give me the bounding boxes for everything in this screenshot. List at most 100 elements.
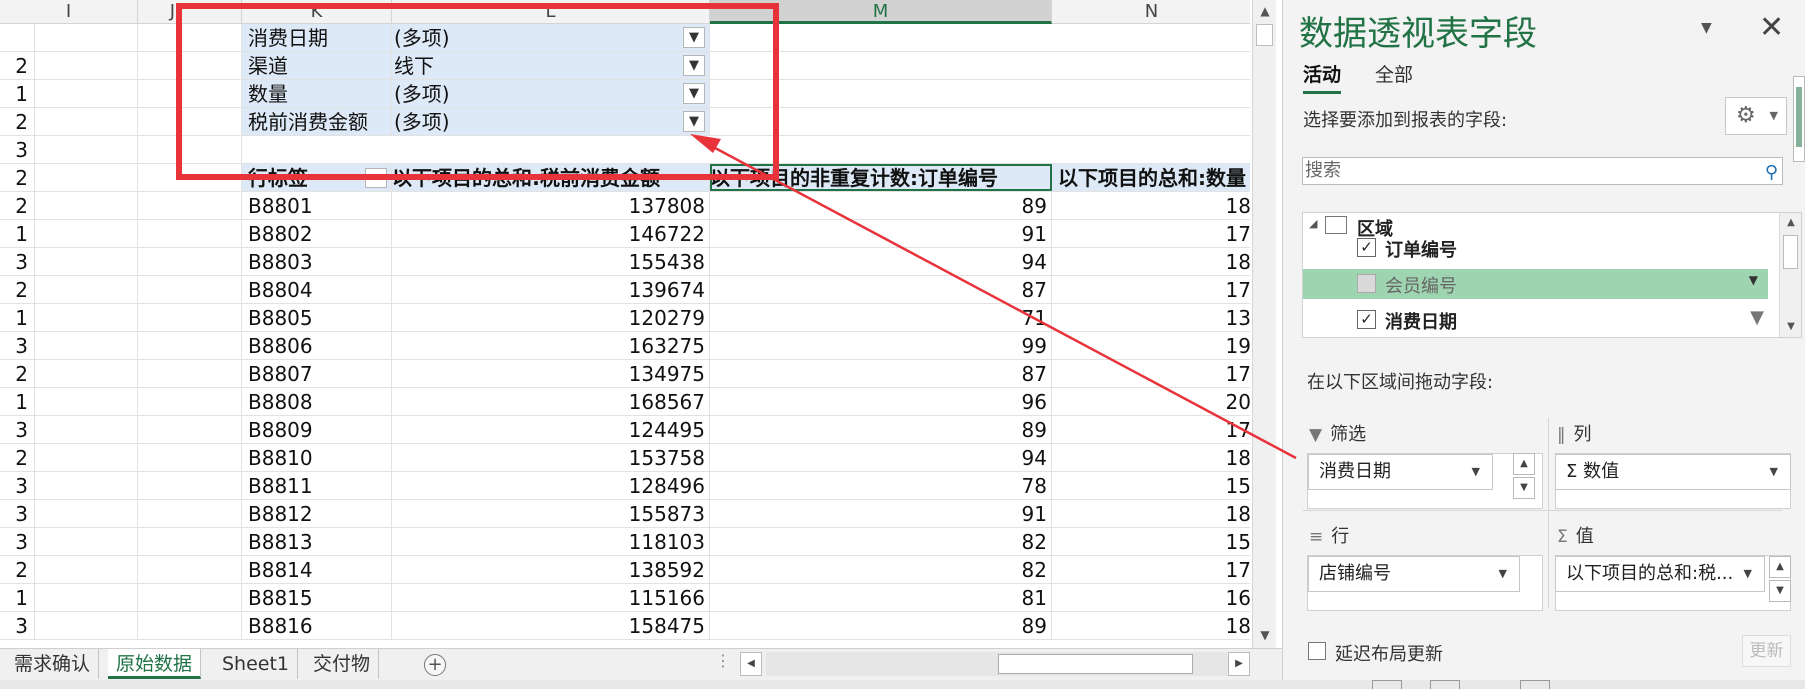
cell[interactable] [138,52,242,79]
qty-cell[interactable]: 18 [1052,192,1250,219]
orders-cell[interactable]: 87 [710,276,1052,303]
amount-cell[interactable]: 124495 [392,416,710,443]
cell[interactable]: 2 [0,444,35,471]
filter-field-value[interactable]: 线下 ▼ [392,52,710,79]
chevron-down-icon[interactable]: ▼ [1749,273,1758,287]
cell[interactable] [138,416,242,443]
orders-cell[interactable]: 94 [710,444,1052,471]
page-break-view-icon[interactable] [1520,680,1550,689]
cell[interactable] [35,108,138,135]
search-icon[interactable]: ⚲ [1765,160,1778,186]
cell[interactable] [35,220,138,247]
filter-dropdown-button[interactable]: ▼ [683,83,705,104]
sheet-tab-deliverables[interactable]: 交付物 [305,649,380,679]
cell[interactable] [35,360,138,387]
amount-cell[interactable]: 168567 [392,388,710,415]
qty-cell[interactable]: 17 [1052,360,1250,387]
row-label-cell[interactable]: B8808 [242,388,392,415]
cell[interactable] [35,612,138,639]
cell[interactable] [138,472,242,499]
cell[interactable] [35,304,138,331]
cell[interactable] [138,584,242,611]
checkbox-unchecked-icon[interactable] [1357,274,1376,293]
tab-active[interactable]: 活动 [1303,60,1341,87]
cell[interactable] [138,332,242,359]
amount-cell[interactable]: 134975 [392,360,710,387]
cell[interactable]: 2 [0,556,35,583]
defer-layout-checkbox[interactable] [1308,642,1326,660]
cell[interactable] [35,164,138,191]
scroll-thumb[interactable] [1256,24,1273,46]
checkbox-checked-icon[interactable]: ✓ [1357,238,1376,257]
orders-cell[interactable]: 91 [710,500,1052,527]
orders-cell[interactable]: 89 [710,192,1052,219]
orders-cell[interactable]: 87 [710,360,1052,387]
cell[interactable]: 1 [0,388,35,415]
amount-cell[interactable]: 115166 [392,584,710,611]
filter-field-label[interactable]: 渠道 [242,52,392,79]
qty-cell[interactable]: 13 [1052,304,1250,331]
cell[interactable]: 1 [0,220,35,247]
cell[interactable]: 2 [0,276,35,303]
filter-field-value[interactable]: (多项) ▼ [392,108,710,135]
filter-field-value[interactable]: (多项) ▼ [392,80,710,107]
amount-cell[interactable]: 146722 [392,220,710,247]
sum-qty-header[interactable]: 以下项目的总和:数量 [1052,164,1250,191]
cell[interactable]: 3 [0,612,35,639]
cell-grid[interactable]: 消费日期 (多项) ▼ 2 渠道 线下 ▼ 1 数量 (多项) ▼ 2 税前消费金额 … [0,24,1250,648]
sum-amount-header[interactable]: 以下项目的总和:税前消费金额 [392,164,710,191]
filter-dropdown-button[interactable]: ▼ [683,55,705,76]
cell[interactable] [138,612,242,639]
cell[interactable]: 3 [0,248,35,275]
sheet-vertical-scrollbar[interactable]: ▲ ▼ [1252,0,1276,648]
orders-cell[interactable]: 78 [710,472,1052,499]
cell[interactable]: 2 [0,164,35,191]
cell[interactable] [138,24,242,51]
cell[interactable] [35,192,138,219]
cell[interactable] [35,276,138,303]
amount-cell[interactable]: 153758 [392,444,710,471]
qty-cell[interactable]: 15 [1052,528,1250,555]
cell[interactable] [35,136,138,163]
orders-cell[interactable]: 82 [710,528,1052,555]
cell[interactable] [138,248,242,275]
cell[interactable]: 3 [0,472,35,499]
cell[interactable] [138,164,242,191]
column-header-l[interactable]: L [392,0,710,24]
tab-all[interactable]: 全部 [1375,60,1413,87]
row-label-cell[interactable]: B8804 [242,276,392,303]
pane-scrollbar[interactable] [1793,76,1805,162]
filter-field-label[interactable]: 消费日期 [242,24,392,51]
row-label-cell[interactable]: B8801 [242,192,392,219]
row-label-cell[interactable]: B8807 [242,360,392,387]
amount-cell[interactable]: 137808 [392,192,710,219]
update-button[interactable]: 更新 [1742,635,1791,667]
qty-cell[interactable]: 18 [1052,612,1250,639]
cell[interactable] [138,500,242,527]
filter-dropdown-button[interactable]: ▼ [683,27,705,48]
tab-splitter-dots-icon[interactable]: ⋮ [715,651,731,670]
cell[interactable] [35,80,138,107]
row-label-cell[interactable]: B8812 [242,500,392,527]
spin-down-icon[interactable]: ▼ [1513,477,1535,499]
filter-field-label[interactable]: 数量 [242,80,392,107]
row-label-cell[interactable]: B8815 [242,584,392,611]
cell[interactable]: 3 [0,136,35,163]
cell[interactable] [35,556,138,583]
qty-cell[interactable]: 20 [1052,388,1250,415]
distinct-orders-header[interactable]: 以下项目的非重复计数:订单编号 [710,164,1052,191]
row-label-cell[interactable]: B8809 [242,416,392,443]
cell[interactable] [35,332,138,359]
column-field-chip[interactable]: Σ 数值 ▼ [1555,454,1791,490]
pane-options-chevron-icon[interactable]: ▼ [1701,20,1712,36]
cell[interactable] [35,248,138,275]
qty-cell[interactable]: 16 [1052,584,1250,611]
orders-cell[interactable]: 71 [710,304,1052,331]
cell[interactable] [35,500,138,527]
cell[interactable] [138,276,242,303]
scroll-down-arrow-icon[interactable]: ▼ [1253,624,1277,646]
cell[interactable]: 2 [0,192,35,219]
orders-cell[interactable]: 94 [710,248,1052,275]
sheet-tab-sheet1[interactable]: Sheet1 [214,649,299,679]
scroll-left-arrow-icon[interactable]: ◀ [740,652,762,676]
